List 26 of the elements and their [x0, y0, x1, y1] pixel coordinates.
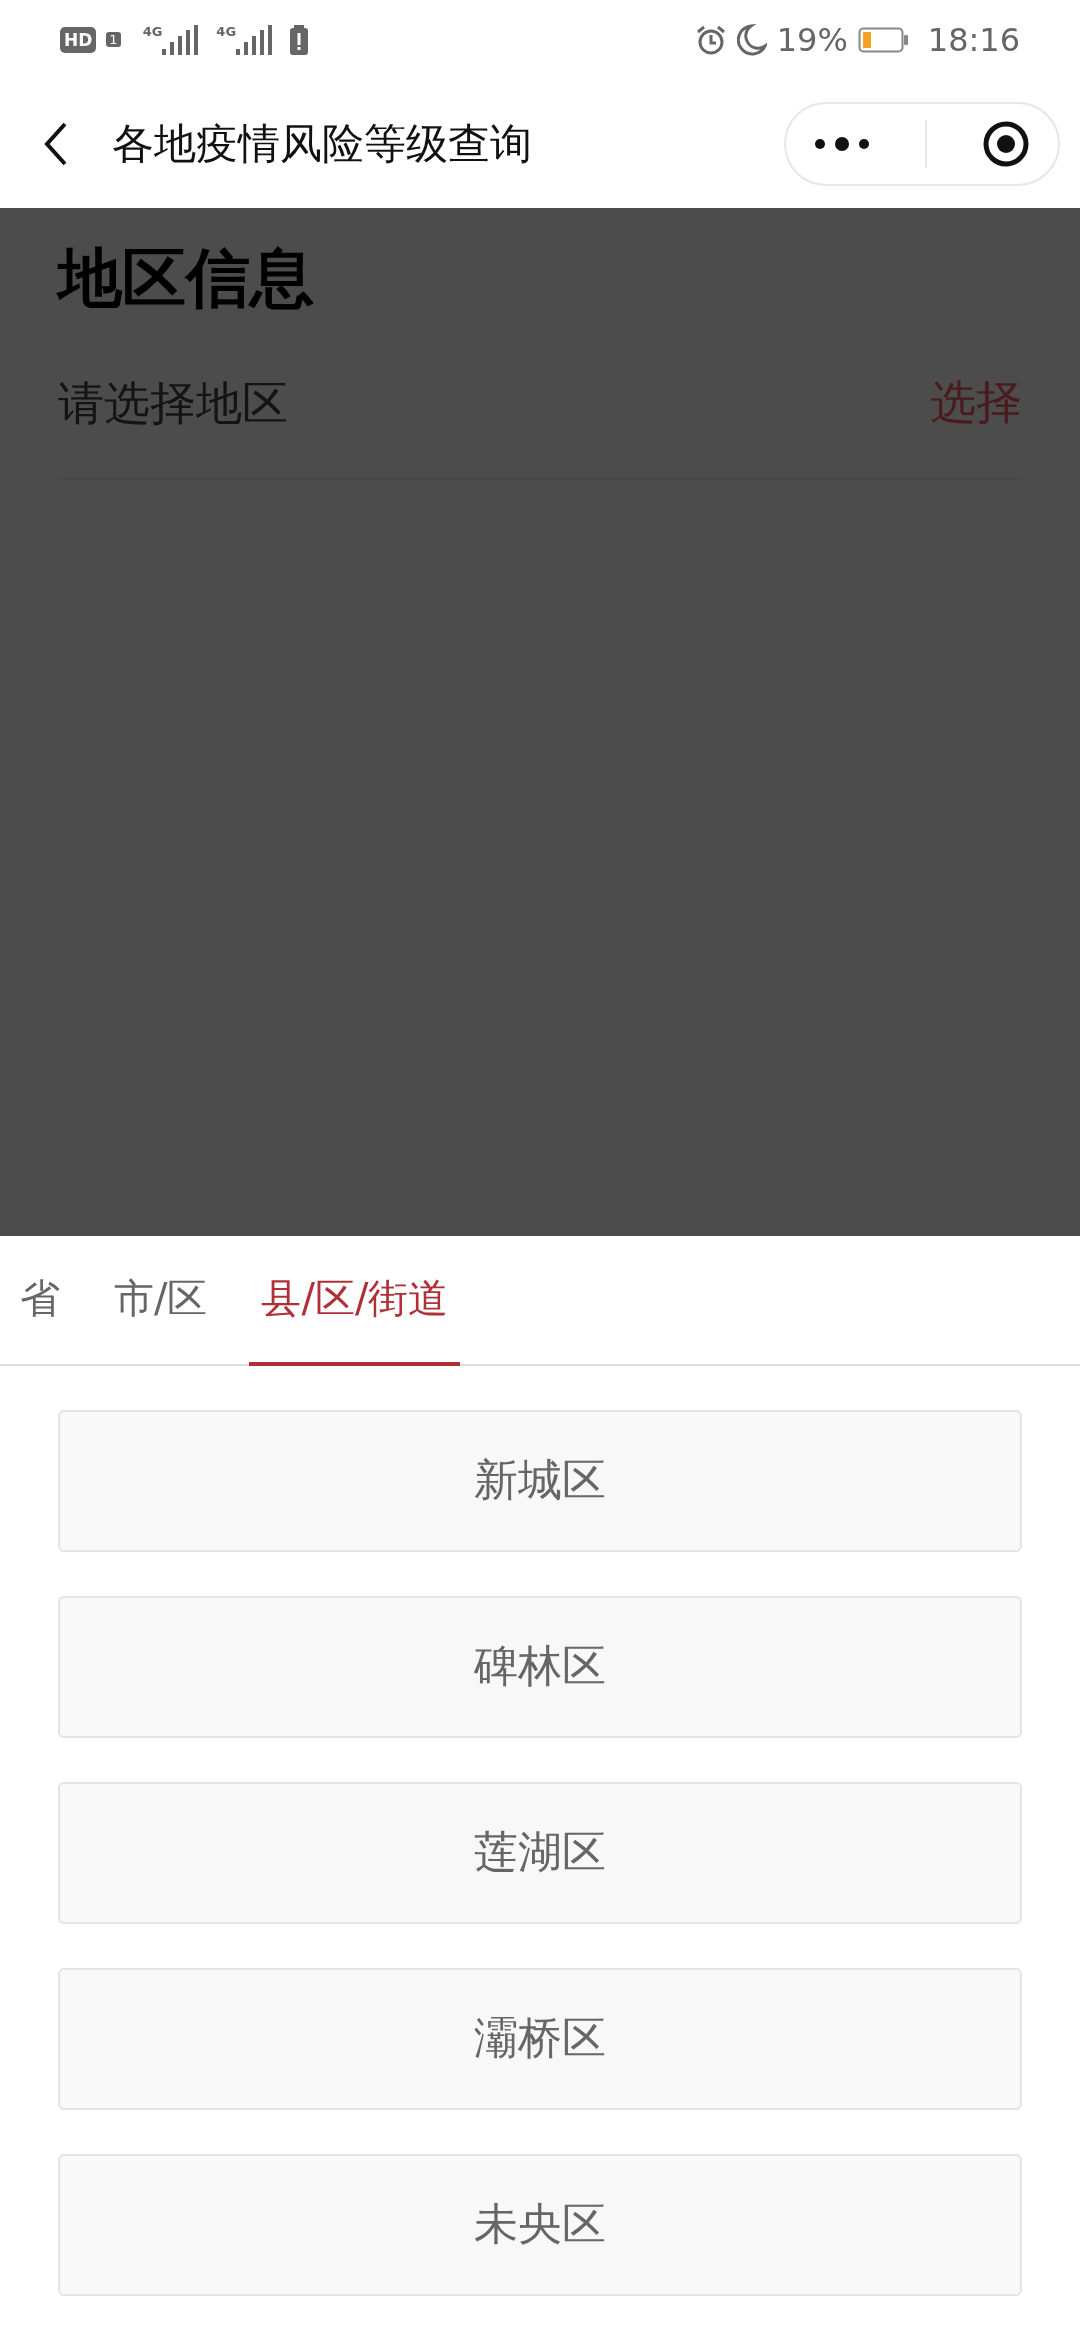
region-field[interactable]: 请选择地区: [58, 376, 930, 431]
district-option[interactable]: 未央区: [58, 2154, 1022, 2296]
battery-percent: 19%: [776, 20, 848, 59]
battery-icon: [857, 26, 908, 53]
district-option[interactable]: 莲湖区: [58, 1782, 1022, 1924]
close-target-icon[interactable]: [982, 119, 1031, 168]
tab[interactable]: 县/区/街道: [249, 1236, 461, 1366]
hd-badge: HD: [60, 26, 97, 53]
tab[interactable]: 市/区: [102, 1236, 220, 1366]
more-icon[interactable]: [813, 135, 870, 152]
district-option[interactable]: 灞桥区: [58, 1968, 1022, 2110]
back-icon[interactable]: [44, 121, 68, 166]
alarm-icon: [694, 23, 727, 56]
district-option[interactable]: 新城区: [58, 1410, 1022, 1552]
network-label: 4G: [216, 24, 237, 39]
page-title: 各地疫情风险等级查询: [112, 117, 533, 170]
signal-icon: [236, 24, 273, 55]
district-option[interactable]: 碑林区: [58, 1596, 1022, 1738]
signal-icon: [162, 24, 199, 55]
battery-alert-icon: [290, 24, 309, 55]
section-title: 地区信息: [58, 240, 315, 318]
moon-icon: [736, 23, 767, 56]
tab[interactable]: 省: [8, 1236, 72, 1366]
network-label: 4G: [142, 24, 163, 39]
sim-badge: 1: [106, 32, 121, 48]
clock-time: 18:16: [927, 20, 1020, 59]
